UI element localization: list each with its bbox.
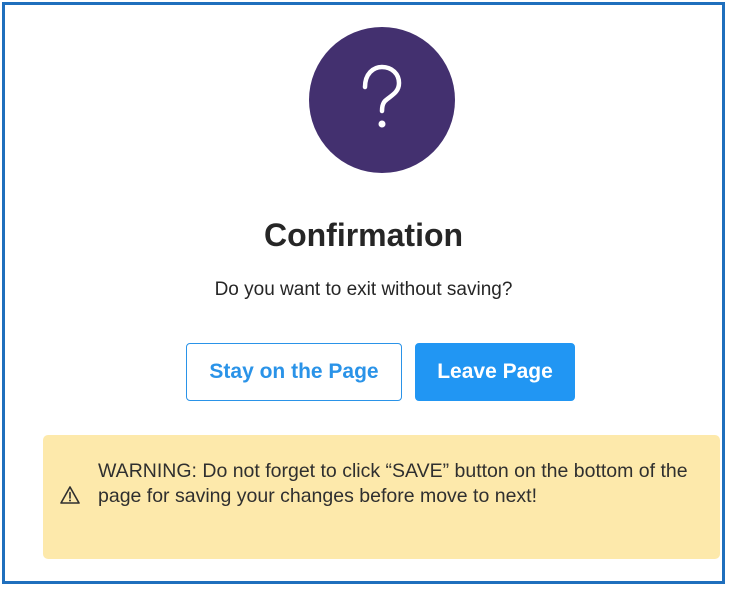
- warning-text: WARNING: Do not forget to click “SAVE” b…: [98, 460, 688, 507]
- question-mark-icon: [309, 27, 455, 173]
- leave-page-button[interactable]: Leave Page: [415, 343, 575, 401]
- dialog-message: Do you want to exit without saving?: [214, 279, 513, 300]
- stay-on-page-button[interactable]: Stay on the Page: [186, 343, 402, 401]
- warning-banner: WARNING: Do not forget to click “SAVE” b…: [43, 435, 720, 559]
- confirmation-dialog: Confirmation Do you want to exit without…: [2, 2, 725, 584]
- dialog-title: Confirmation: [263, 217, 464, 253]
- warning-triangle-icon: [60, 485, 80, 505]
